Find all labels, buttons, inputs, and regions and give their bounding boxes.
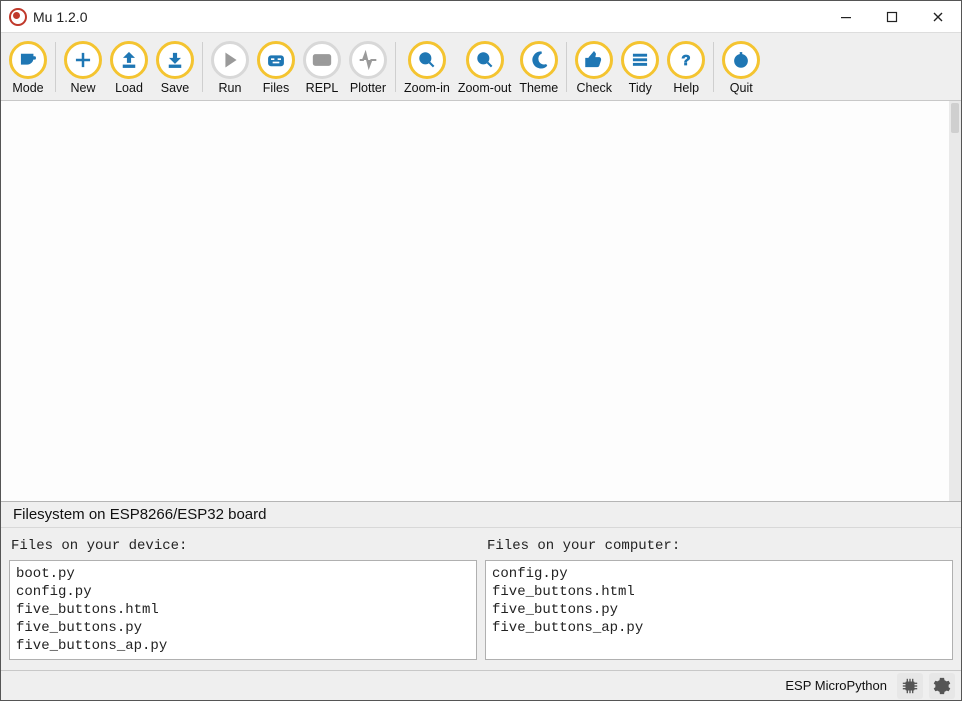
files-label: Files — [263, 81, 289, 95]
quit-button[interactable]: Quit — [718, 39, 764, 95]
window-title: Mu 1.2.0 — [33, 9, 87, 25]
computer-column: Files on your computer: config.pyfive_bu… — [485, 534, 953, 660]
titlebar: Mu 1.2.0 — [1, 1, 961, 33]
check-label: Check — [577, 81, 612, 95]
check-button[interactable]: Check — [571, 39, 617, 95]
plus-icon — [64, 41, 102, 79]
maximize-icon — [886, 11, 898, 23]
statusbar: ESP MicroPython — [1, 670, 961, 700]
close-button[interactable] — [915, 1, 961, 33]
zoom-in-button[interactable]: Zoom-in — [400, 39, 454, 95]
theme-label: Theme — [519, 81, 558, 95]
tidy-button[interactable]: Tidy — [617, 39, 663, 95]
tidy-label: Tidy — [629, 81, 652, 95]
settings-button[interactable] — [929, 673, 955, 699]
toolbar-separator — [713, 42, 714, 92]
run-label: Run — [219, 81, 242, 95]
file-item[interactable]: five_buttons_ap.py — [16, 637, 470, 655]
toolbar-group: Check Tidy? Help — [571, 39, 709, 95]
chip-button[interactable] — [897, 673, 923, 699]
toolbar-group: Zoom-in Zoom-out Theme — [400, 39, 562, 95]
files-button[interactable]: Files — [253, 39, 299, 95]
keyboard-icon — [303, 41, 341, 79]
toolbar-separator — [395, 42, 396, 92]
file-item[interactable]: config.py — [492, 565, 946, 583]
mode-label: Mode — [12, 81, 43, 95]
toolbar-separator — [55, 42, 56, 92]
repl-button[interactable]: REPL — [299, 39, 345, 95]
new-label: New — [70, 81, 95, 95]
file-item[interactable]: five_buttons.py — [16, 619, 470, 637]
device-column: Files on your device: boot.pyconfig.pyfi… — [9, 534, 477, 660]
plotter-button[interactable]: Plotter — [345, 39, 391, 95]
play-icon — [211, 41, 249, 79]
power-icon — [722, 41, 760, 79]
pulse-icon — [349, 41, 387, 79]
file-item[interactable]: five_buttons.html — [16, 601, 470, 619]
thumb-icon — [575, 41, 613, 79]
filesystem-title: Filesystem on ESP8266/ESP32 board — [1, 502, 961, 528]
gear-icon — [933, 677, 951, 695]
minimize-button[interactable] — [823, 1, 869, 33]
lines-icon — [621, 41, 659, 79]
save-label: Save — [161, 81, 190, 95]
toolbar-group: Mode — [5, 39, 51, 95]
quit-label: Quit — [730, 81, 753, 95]
help-button[interactable]: ? Help — [663, 39, 709, 95]
device-header: Files on your device: — [9, 534, 477, 560]
theme-button[interactable]: Theme — [515, 39, 562, 95]
load-label: Load — [115, 81, 143, 95]
app-icon — [9, 8, 27, 26]
plotter-label: Plotter — [350, 81, 386, 95]
mode-button[interactable]: Mode — [5, 39, 51, 95]
toolbar: Mode New Load Save Run Files REPL Plotter Zoom-i… — [1, 33, 961, 101]
toolbar-group: Run Files REPL Plotter — [207, 39, 391, 95]
mode-icon — [9, 41, 47, 79]
toolbar-group: Quit — [718, 39, 764, 95]
device-file-list[interactable]: boot.pyconfig.pyfive_buttons.htmlfive_bu… — [9, 560, 477, 660]
zoom-in-label: Zoom-in — [404, 81, 450, 95]
svg-text:?: ? — [682, 52, 691, 69]
new-button[interactable]: New — [60, 39, 106, 95]
download-icon — [156, 41, 194, 79]
help-label: Help — [673, 81, 699, 95]
file-item[interactable]: five_buttons.py — [492, 601, 946, 619]
computer-header: Files on your computer: — [485, 534, 953, 560]
computer-file-list[interactable]: config.pyfive_buttons.htmlfive_buttons.p… — [485, 560, 953, 660]
file-item[interactable]: config.py — [16, 583, 470, 601]
file-item[interactable]: five_buttons.html — [492, 583, 946, 601]
repl-label: REPL — [306, 81, 339, 95]
toolbar-group: New Load Save — [60, 39, 198, 95]
zoom-in-icon — [408, 41, 446, 79]
toolbar-separator — [566, 42, 567, 92]
zoom-out-icon — [466, 41, 504, 79]
filesystem-columns: Files on your device: boot.pyconfig.pyfi… — [1, 528, 961, 670]
toolbar-separator — [202, 42, 203, 92]
files-icon — [257, 41, 295, 79]
file-item[interactable]: five_buttons_ap.py — [492, 619, 946, 637]
save-button[interactable]: Save — [152, 39, 198, 95]
status-mode: ESP MicroPython — [785, 678, 887, 693]
close-icon — [932, 11, 944, 23]
minimize-icon — [840, 11, 852, 23]
file-item[interactable]: boot.py — [16, 565, 470, 583]
filesystem-panel: Filesystem on ESP8266/ESP32 board Files … — [1, 501, 961, 670]
chip-icon — [901, 677, 919, 695]
editor-area[interactable] — [1, 101, 961, 501]
zoom-out-label: Zoom-out — [458, 81, 512, 95]
app-window: Mu 1.2.0 Mode New Load Save Run Files REPL Plot… — [0, 0, 962, 701]
zoom-out-button[interactable]: Zoom-out — [454, 39, 516, 95]
maximize-button[interactable] — [869, 1, 915, 33]
moon-icon — [520, 41, 558, 79]
upload-icon — [110, 41, 148, 79]
help-icon: ? — [667, 41, 705, 79]
load-button[interactable]: Load — [106, 39, 152, 95]
run-button[interactable]: Run — [207, 39, 253, 95]
